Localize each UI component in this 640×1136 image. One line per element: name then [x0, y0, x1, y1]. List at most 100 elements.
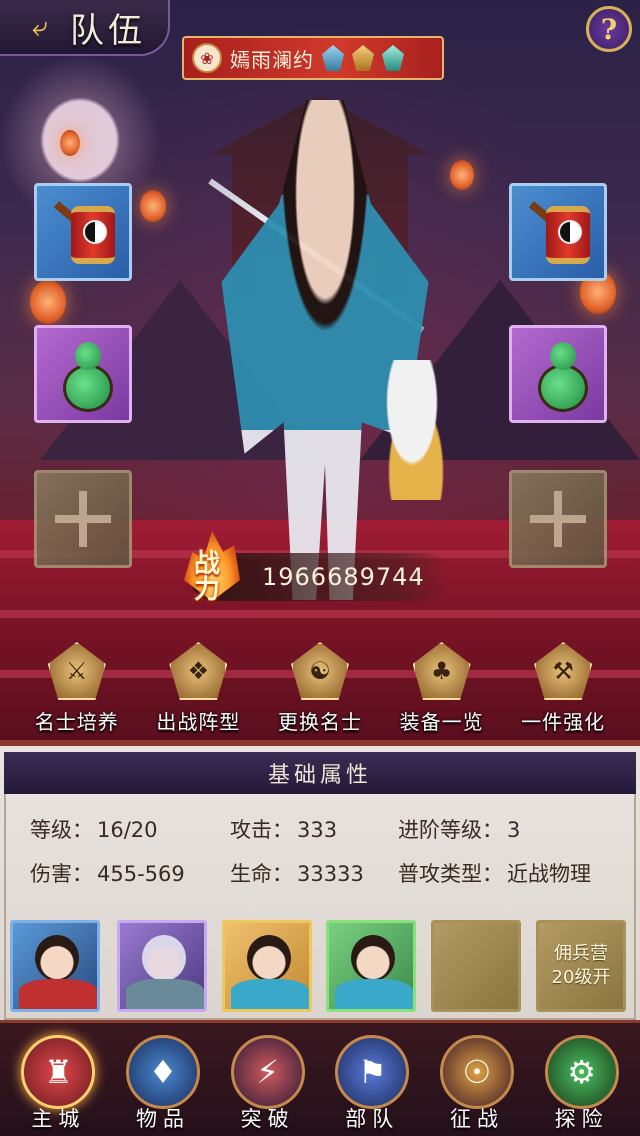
hero-name-banner: ❀ 嫣雨澜约: [182, 36, 444, 80]
nav-label: 部队: [345, 1107, 400, 1131]
taiji-drum-icon: [528, 200, 594, 270]
panel-title: 基础属性: [267, 763, 372, 788]
bottom-nav: ♜ 主城 ♦ 物品 ⚡ 突破 ⚑ 部队 ☉ 征战 ⚙ 探险: [0, 1020, 640, 1136]
hp-attr: 生命： 33333: [230, 858, 364, 888]
attack-label: 攻击：: [230, 818, 293, 842]
lantern-decoration: [60, 130, 80, 156]
hero-staff-tassel: [372, 360, 452, 500]
jade-gourd-icon: [59, 338, 115, 414]
nav-label: 物品: [135, 1107, 190, 1131]
team-portrait-2[interactable]: [117, 920, 207, 1012]
lantern-decoration: [140, 190, 166, 222]
hero-face: [247, 935, 291, 981]
action-label: 装备一览: [399, 710, 484, 734]
nav-label: 主城: [31, 1107, 86, 1131]
formation-icon: ❖: [169, 642, 228, 700]
combat-power-bar: 战力 1966689744: [184, 531, 450, 605]
level-label: 等级：: [30, 818, 93, 842]
nav-campaign[interactable]: ☉ 征战: [427, 1023, 527, 1136]
battle-icon: ☉: [439, 1035, 514, 1109]
bag-icon: ♦: [125, 1035, 200, 1109]
teal-gem-icon: [382, 45, 404, 71]
back-button[interactable]: ⤶ 队伍: [0, 0, 170, 56]
combat-power-value: 1966689744: [262, 563, 425, 591]
equip-slot-right-2[interactable]: [509, 325, 607, 423]
hero-outfit: [19, 979, 97, 1009]
breakthrough-icon: ⚡: [230, 1035, 305, 1109]
jade-gourd-icon: [534, 338, 590, 414]
hero-face: [351, 935, 395, 981]
team-portrait-4[interactable]: [326, 920, 416, 1012]
nav-label: 探险: [554, 1107, 609, 1131]
attributes-panel: 基础属性 等级： 16/20 攻击： 333 进阶等级： 3 伤害： 455-569 生…: [0, 740, 640, 1020]
hero-outfit: [126, 979, 204, 1009]
team-slot-empty[interactable]: [431, 920, 521, 1012]
castle-icon: ♜: [21, 1035, 96, 1109]
equip-slot-left-3-empty[interactable]: [34, 470, 132, 568]
back-arrow-icon: ⤶: [32, 10, 48, 43]
level-value: 16/20: [97, 818, 158, 842]
hero-face: [35, 935, 79, 981]
attack-value: 333: [297, 818, 338, 842]
team-portrait-3[interactable]: [222, 920, 312, 1012]
damage-label: 伤害：: [30, 862, 93, 886]
floor-step: [0, 610, 640, 618]
hero-name: 嫣雨澜约: [230, 47, 314, 72]
help-button[interactable]: ?: [586, 6, 632, 52]
advance-attr: 进阶等级： 3: [398, 814, 520, 844]
hero-action-bar: ⚔ 名士培养 ❖ 出战阵型 ☯ 更换名士 ♣ 装备一览 ⚒ 一件强化: [0, 640, 640, 736]
action-label: 出战阵型: [156, 710, 241, 734]
gold-gem-icon: [352, 45, 374, 71]
nav-items[interactable]: ♦ 物品: [113, 1023, 213, 1136]
nav-label: 征战: [449, 1107, 504, 1131]
army-icon: ⚑: [335, 1035, 410, 1109]
damage-value: 455-569: [97, 862, 185, 886]
one-click-enhance-button[interactable]: ⚒ 一件强化: [505, 640, 621, 736]
clan-emblem-icon: ❀: [192, 43, 222, 73]
action-label: 更换名士: [277, 710, 362, 734]
equip-slot-left-2[interactable]: [34, 325, 132, 423]
explore-icon: ⚙: [544, 1035, 619, 1109]
level-attr: 等级： 16/20: [30, 814, 158, 844]
taiji-drum-icon: [53, 200, 119, 270]
page-title: 队伍: [70, 10, 146, 51]
attack-type-attr: 普攻类型： 近战物理: [398, 858, 591, 888]
cultivate-hero-button[interactable]: ⚔ 名士培养: [19, 640, 135, 736]
equip-slot-right-1[interactable]: [509, 183, 607, 281]
lantern-decoration: [30, 280, 66, 324]
action-label: 一件强化: [521, 710, 606, 734]
swap-hero-button[interactable]: ☯ 更换名士: [262, 640, 378, 736]
anvil-icon: ⚒: [534, 642, 593, 700]
equip-slot-left-1[interactable]: [34, 183, 132, 281]
hero-outfit: [231, 979, 309, 1009]
sword-upgrade-icon: ⚔: [47, 642, 106, 700]
hp-label: 生命：: [230, 862, 293, 886]
locked-slot-line1: 佣兵营: [554, 943, 608, 964]
nav-main-city[interactable]: ♜ 主城: [8, 1023, 108, 1136]
attack-type-label: 普攻类型：: [398, 862, 503, 886]
action-label: 名士培养: [34, 710, 119, 734]
attack-attr: 攻击： 333: [230, 814, 337, 844]
swap-hero-icon: ☯: [290, 642, 349, 700]
locked-slot-line2: 20级开: [551, 967, 611, 988]
advance-label: 进阶等级：: [398, 818, 503, 842]
nav-breakthrough[interactable]: ⚡ 突破: [218, 1023, 318, 1136]
nav-label: 突破: [240, 1107, 295, 1131]
advance-value: 3: [507, 818, 521, 842]
equipment-list-button[interactable]: ♣ 装备一览: [384, 640, 500, 736]
panel-header: 基础属性: [4, 752, 636, 794]
nav-explore[interactable]: ⚙ 探险: [532, 1023, 632, 1136]
equipment-list-icon: ♣: [412, 642, 471, 700]
hp-value: 33333: [297, 862, 364, 886]
combat-power-label: 战力: [194, 549, 221, 605]
battle-formation-button[interactable]: ❖ 出战阵型: [140, 640, 256, 736]
damage-attr: 伤害： 455-569: [30, 858, 185, 888]
attack-type-value: 近战物理: [507, 862, 591, 886]
lantern-decoration: [450, 160, 474, 190]
team-portrait-1[interactable]: [10, 920, 100, 1012]
nav-army[interactable]: ⚑ 部队: [322, 1023, 422, 1136]
hero-face: [142, 935, 186, 981]
team-slot-locked[interactable]: 佣兵营 20级开: [536, 920, 626, 1012]
equip-slot-right-3-empty[interactable]: [509, 470, 607, 568]
blue-gem-icon: [322, 45, 344, 71]
